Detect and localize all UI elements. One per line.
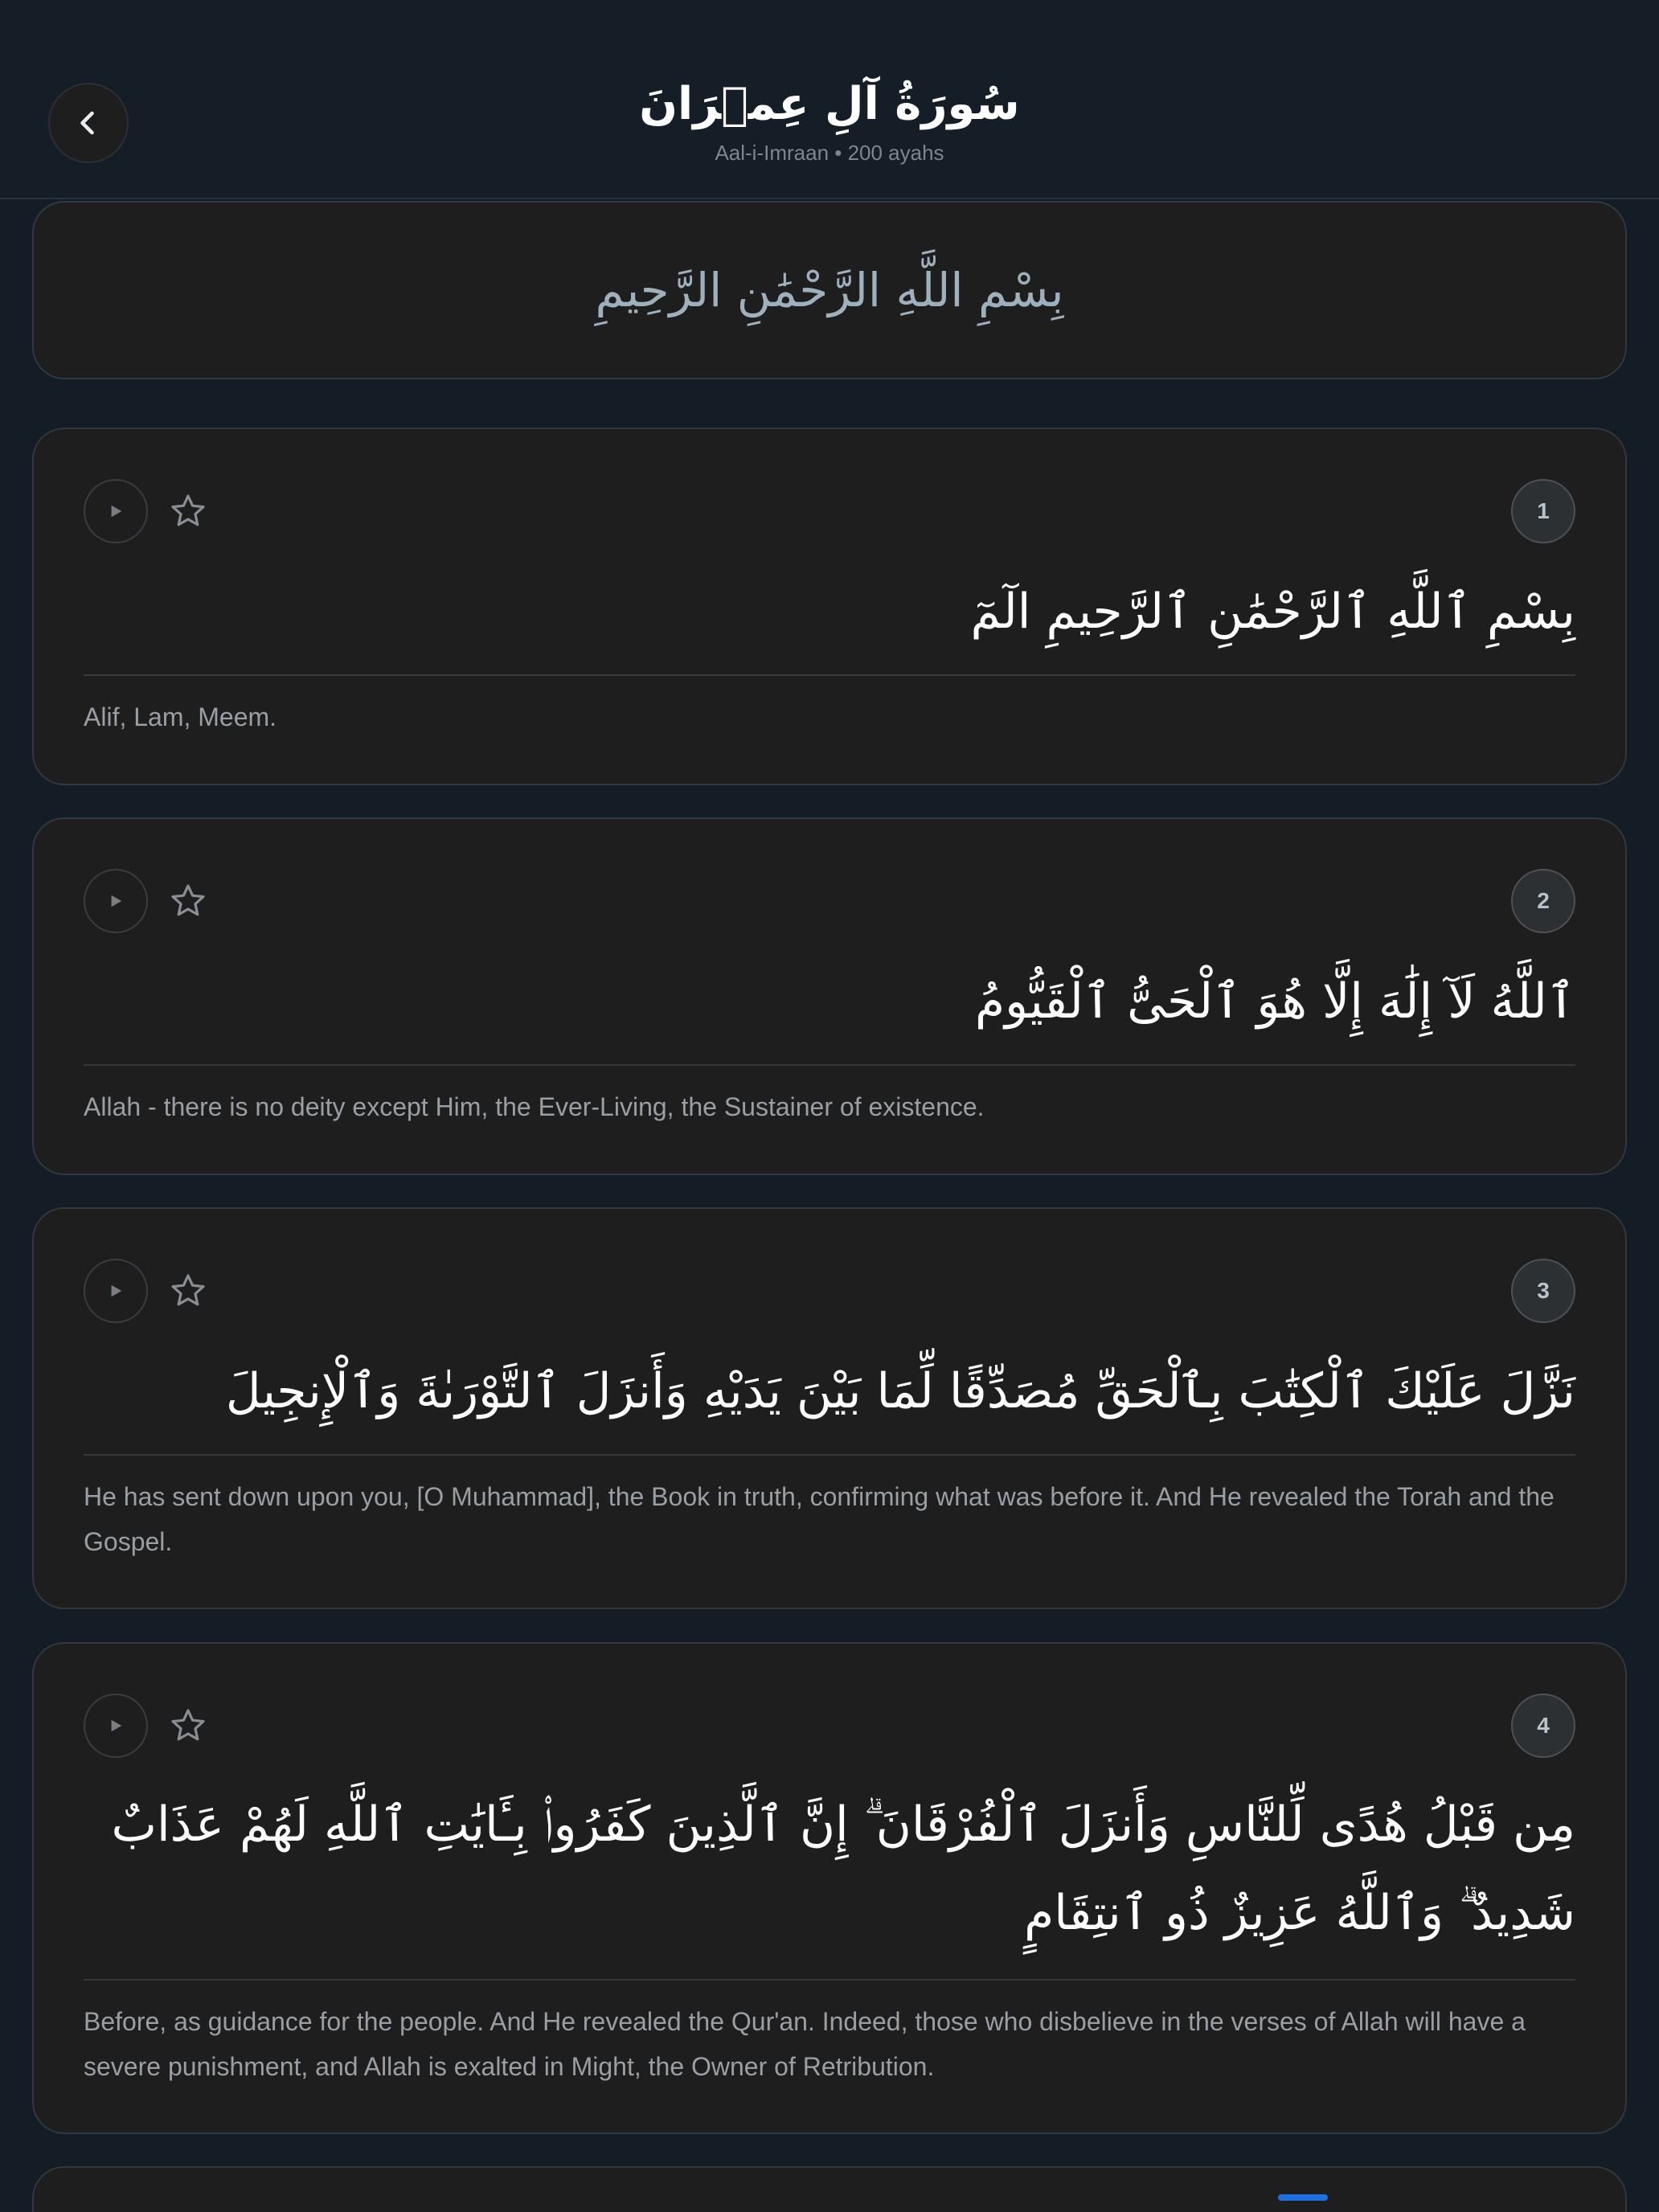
star-outline-icon [171, 1709, 205, 1741]
surah-title: سُورَةُ آلِ عِمۡرَانَ [639, 78, 1020, 130]
play-icon [111, 505, 122, 518]
divider [84, 1064, 1575, 1066]
play-button[interactable] [84, 479, 148, 543]
ayah-arabic-text: نَزَّلَ عَلَيْكَ ٱلْكِتَٰبَ بِٱلْحَقِّ م… [225, 1363, 1575, 1419]
ayah-card: 3 نَزَّلَ عَلَيْكَ ٱلْكِتَٰبَ بِٱلْحَقِّ… [32, 1207, 1627, 1609]
play-button[interactable] [84, 1259, 148, 1323]
scroll-indicator [1278, 2194, 1328, 2201]
bismillah-card: بِسْمِ اللَّهِ الرَّحْمَٰنِ الرَّحِيمِ [32, 201, 1627, 379]
play-icon [111, 1284, 122, 1297]
play-icon [111, 1719, 122, 1732]
play-icon [111, 895, 122, 907]
bismillah-text: بِسْمِ اللَّهِ الرَّحْمَٰنِ الرَّحِيمِ [595, 263, 1064, 317]
ayah-number-badge: 4 [1511, 1694, 1575, 1758]
star-outline-icon [171, 884, 205, 916]
ayah-card: 2 ٱللَّهُ لَآ إِلَٰهَ إِلَّا هُوَ ٱلْحَى… [32, 817, 1627, 1175]
ayah-arabic-text: مِن قَبْلُ هُدًى لِّلنَّاسِ وَأَنزَلَ ٱل… [111, 1796, 1575, 1941]
ayah-card: 4 مِن قَبْلُ هُدًى لِّلنَّاسِ وَأَنزَلَ … [32, 1642, 1627, 2134]
ayah-translation: Allah - there is no deity except Him, th… [84, 1092, 985, 1121]
ayah-number-badge: 1 [1511, 479, 1575, 543]
star-outline-icon [171, 1274, 205, 1306]
ayah-card: 1 بِسْمِ ٱللَّهِ ٱلرَّحْمَٰنِ ٱلرَّحِيمِ… [32, 428, 1627, 785]
ayah-card-next [32, 2166, 1627, 2212]
ayah-number-badge: 3 [1511, 1259, 1575, 1323]
divider [84, 674, 1575, 676]
bookmark-star-button[interactable] [169, 882, 207, 920]
surah-reader-screen: سُورَةُ آلِ عِمۡرَانَ Aal-i-Imraan • 200… [0, 0, 1659, 2212]
bookmark-star-button[interactable] [169, 492, 207, 530]
header-bar: سُورَةُ آلِ عِمۡرَانَ Aal-i-Imraan • 200… [0, 0, 1659, 199]
star-outline-icon [171, 494, 205, 526]
bookmark-star-button[interactable] [169, 1706, 207, 1745]
ayah-arabic-text: بِسْمِ ٱللَّهِ ٱلرَّحْمَٰنِ ٱلرَّحِيمِ ا… [970, 584, 1575, 640]
play-button[interactable] [84, 869, 148, 933]
play-button[interactable] [84, 1694, 148, 1758]
divider [84, 1979, 1575, 1981]
ayah-arabic-text: ٱللَّهُ لَآ إِلَٰهَ إِلَّا هُوَ ٱلْحَىُّ… [975, 973, 1575, 1030]
bookmark-star-button[interactable] [169, 1272, 207, 1310]
ayah-translation: He has sent down upon you, [O Muhammad],… [84, 1482, 1555, 1556]
surah-subtitle: Aal-i-Imraan • 200 ayahs [715, 141, 944, 165]
divider [84, 1454, 1575, 1456]
ayah-translation: Before, as guidance for the people. And … [84, 2007, 1526, 2081]
ayah-number-badge: 2 [1511, 869, 1575, 933]
ayah-translation: Alif, Lam, Meem. [84, 703, 277, 731]
